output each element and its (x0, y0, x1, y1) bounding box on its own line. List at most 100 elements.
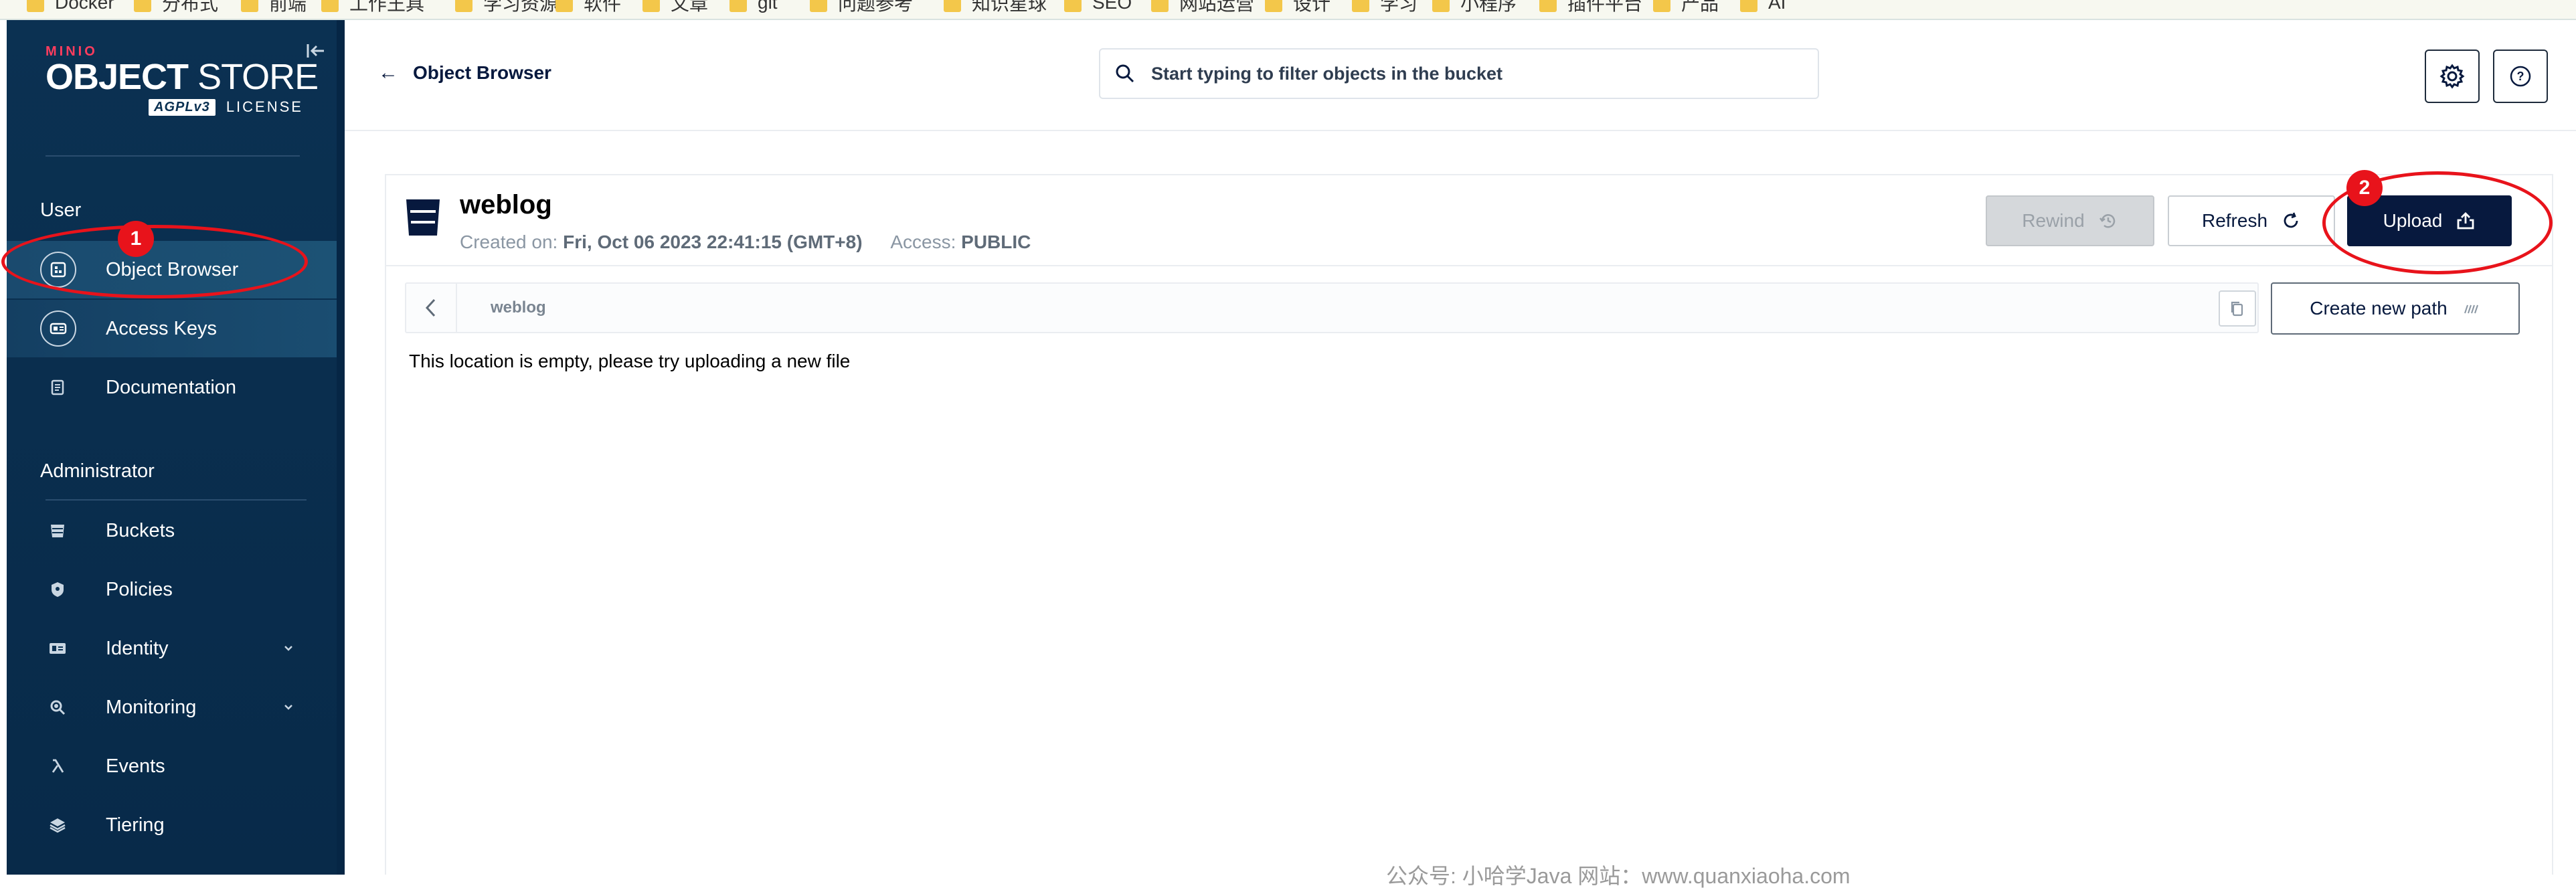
rewind-label: Rewind (2022, 210, 2085, 231)
new-path-icon (2461, 298, 2481, 319)
rewind-button[interactable]: Rewind (1986, 195, 2154, 246)
chevron-down-icon[interactable] (280, 699, 297, 716)
empty-state-message: This location is empty, please try uploa… (409, 351, 851, 371)
annotation-badge-1: 1 (118, 221, 154, 257)
bookmark-item[interactable]: 前端 (241, 0, 307, 14)
folder-icon (810, 0, 827, 12)
folder-icon (1539, 0, 1557, 12)
tiering-icon (46, 813, 70, 837)
path-breadcrumb[interactable]: weblog (491, 298, 546, 317)
path-back-button[interactable] (406, 284, 457, 332)
minio-logo: MINIO OBJECT STORE AGPLv3 LICENSE (46, 44, 319, 116)
sidebar-item-access-keys[interactable]: Access Keys (7, 300, 337, 357)
chevron-left-icon (425, 298, 436, 317)
bookmark-item[interactable]: SEO (1064, 0, 1132, 13)
bookmark-item[interactable]: 插件平台 (1539, 0, 1642, 14)
sidebar-item-tiering[interactable]: Tiering (7, 796, 337, 854)
sidebar-item-buckets[interactable]: Buckets (7, 502, 337, 559)
sidebar-item-documentation[interactable]: Documentation (7, 359, 337, 416)
back-to-object-browser-link[interactable]: ← Object Browser (378, 62, 551, 84)
bucket-meta: Created on: Fri, Oct 06 2023 22:41:15 (G… (460, 232, 1031, 253)
settings-button[interactable] (2425, 50, 2480, 103)
bookmark-item[interactable]: 分布式 (134, 0, 218, 14)
sidebar-item-label: Events (106, 755, 165, 777)
logo-title-light: STORE (197, 57, 319, 97)
bookmark-item[interactable]: 知识星球 (944, 0, 1047, 14)
search-input[interactable] (1151, 63, 1794, 84)
bucket-icon (406, 199, 440, 236)
create-new-path-button[interactable]: Create new path (2271, 282, 2520, 335)
license-label: LICENSE (226, 98, 303, 115)
annotation-badge-2: 2 (2346, 170, 2383, 206)
sidebar: MINIO OBJECT STORE AGPLv3 LICENSE User O… (7, 20, 345, 875)
help-button[interactable]: ? (2493, 50, 2548, 103)
sidebar-item-label: Identity (106, 637, 169, 659)
sidebar-item-label: Access Keys (106, 317, 217, 339)
folder-icon (944, 0, 961, 12)
access-value: PUBLIC (961, 232, 1031, 252)
logo-title-bold: OBJECT (46, 57, 189, 97)
sidebar-item-monitoring[interactable]: Monitoring (7, 679, 337, 736)
folder-icon (1352, 0, 1369, 12)
bucket-name: weblog (460, 190, 552, 219)
sidebar-edge (337, 20, 345, 875)
svg-text:?: ? (2517, 70, 2524, 83)
folder-icon (321, 0, 339, 12)
copy-path-button[interactable] (2219, 290, 2256, 327)
logo-divider (46, 155, 300, 157)
folder-icon (555, 0, 573, 12)
monitoring-icon (46, 695, 70, 719)
sidebar-item-label: Monitoring (106, 696, 197, 718)
annotation-ellipse-object-browser (1, 225, 308, 298)
folder-icon (1265, 0, 1282, 12)
history-icon (2098, 211, 2118, 231)
policies-icon (46, 577, 70, 602)
refresh-icon (2281, 211, 2301, 231)
path-breadcrumb-bar: weblog (405, 282, 2259, 333)
bookmark-item[interactable]: 小程序 (1432, 0, 1517, 14)
bookmark-item[interactable]: 工作王具 (321, 0, 424, 14)
bucket-panel: weblog Created on: Fri, Oct 06 2023 22:4… (385, 174, 2553, 875)
back-arrow-icon: ← (378, 62, 398, 84)
bookmark-item[interactable]: git (729, 0, 778, 13)
copy-icon (2231, 301, 2243, 317)
sidebar-item-policies[interactable]: Policies (7, 561, 337, 618)
main-content: ← Object Browser ? weblog (345, 20, 2576, 888)
logo-title: OBJECT STORE (46, 57, 319, 97)
folder-icon (642, 0, 660, 12)
bookmarks-bar: Docker 分布式 前端 工作王具 学习资源 软件 文章 git 问题参考 知… (0, 0, 2576, 20)
search-icon (1116, 64, 1134, 83)
bookmark-item[interactable]: 学习 (1352, 0, 1418, 14)
bookmark-item[interactable]: Docker (27, 0, 114, 13)
bookmark-item[interactable]: 产品 (1653, 0, 1719, 14)
bookmark-item[interactable]: 文章 (642, 0, 708, 14)
section-title-user: User (40, 199, 82, 221)
watermark-text: 公众号: 小哈学Java 网站：www.quanxiaoha.com (1386, 864, 1851, 888)
sidebar-item-label: Documentation (106, 376, 237, 398)
refresh-button[interactable]: Refresh (2168, 195, 2335, 246)
refresh-label: Refresh (2201, 210, 2268, 231)
agpl-badge: AGPLv3 (149, 98, 216, 116)
sidebar-item-events[interactable]: Events (7, 737, 337, 795)
collapse-sidebar-icon[interactable] (303, 37, 329, 64)
sidebar-item-label: Buckets (106, 519, 175, 541)
sidebar-item-label: Policies (106, 578, 173, 600)
sidebar-item-identity[interactable]: Identity (7, 620, 337, 677)
folder-icon (27, 0, 44, 12)
search-box[interactable] (1099, 48, 1819, 99)
bookmark-item[interactable]: 问题参考 (810, 0, 913, 14)
created-value: Fri, Oct 06 2023 22:41:15 (GMT+8) (563, 232, 863, 252)
bookmark-item[interactable]: 设计 (1265, 0, 1330, 14)
folder-icon (1653, 0, 1670, 12)
folder-icon (134, 0, 151, 12)
bookmark-item[interactable]: 软件 (555, 0, 621, 14)
bookmark-item[interactable]: 学习资源 (455, 0, 558, 14)
lambda-icon (46, 754, 70, 778)
bucket-header: weblog Created on: Fri, Oct 06 2023 22:4… (386, 175, 2552, 266)
folder-icon (1432, 0, 1450, 12)
identity-icon (46, 636, 70, 660)
bookmark-item[interactable]: 网站运营 (1151, 0, 1254, 14)
bookmark-item[interactable]: AI (1740, 0, 1786, 13)
sidebar-item-label: Tiering (106, 814, 165, 836)
chevron-down-icon[interactable] (280, 640, 297, 657)
